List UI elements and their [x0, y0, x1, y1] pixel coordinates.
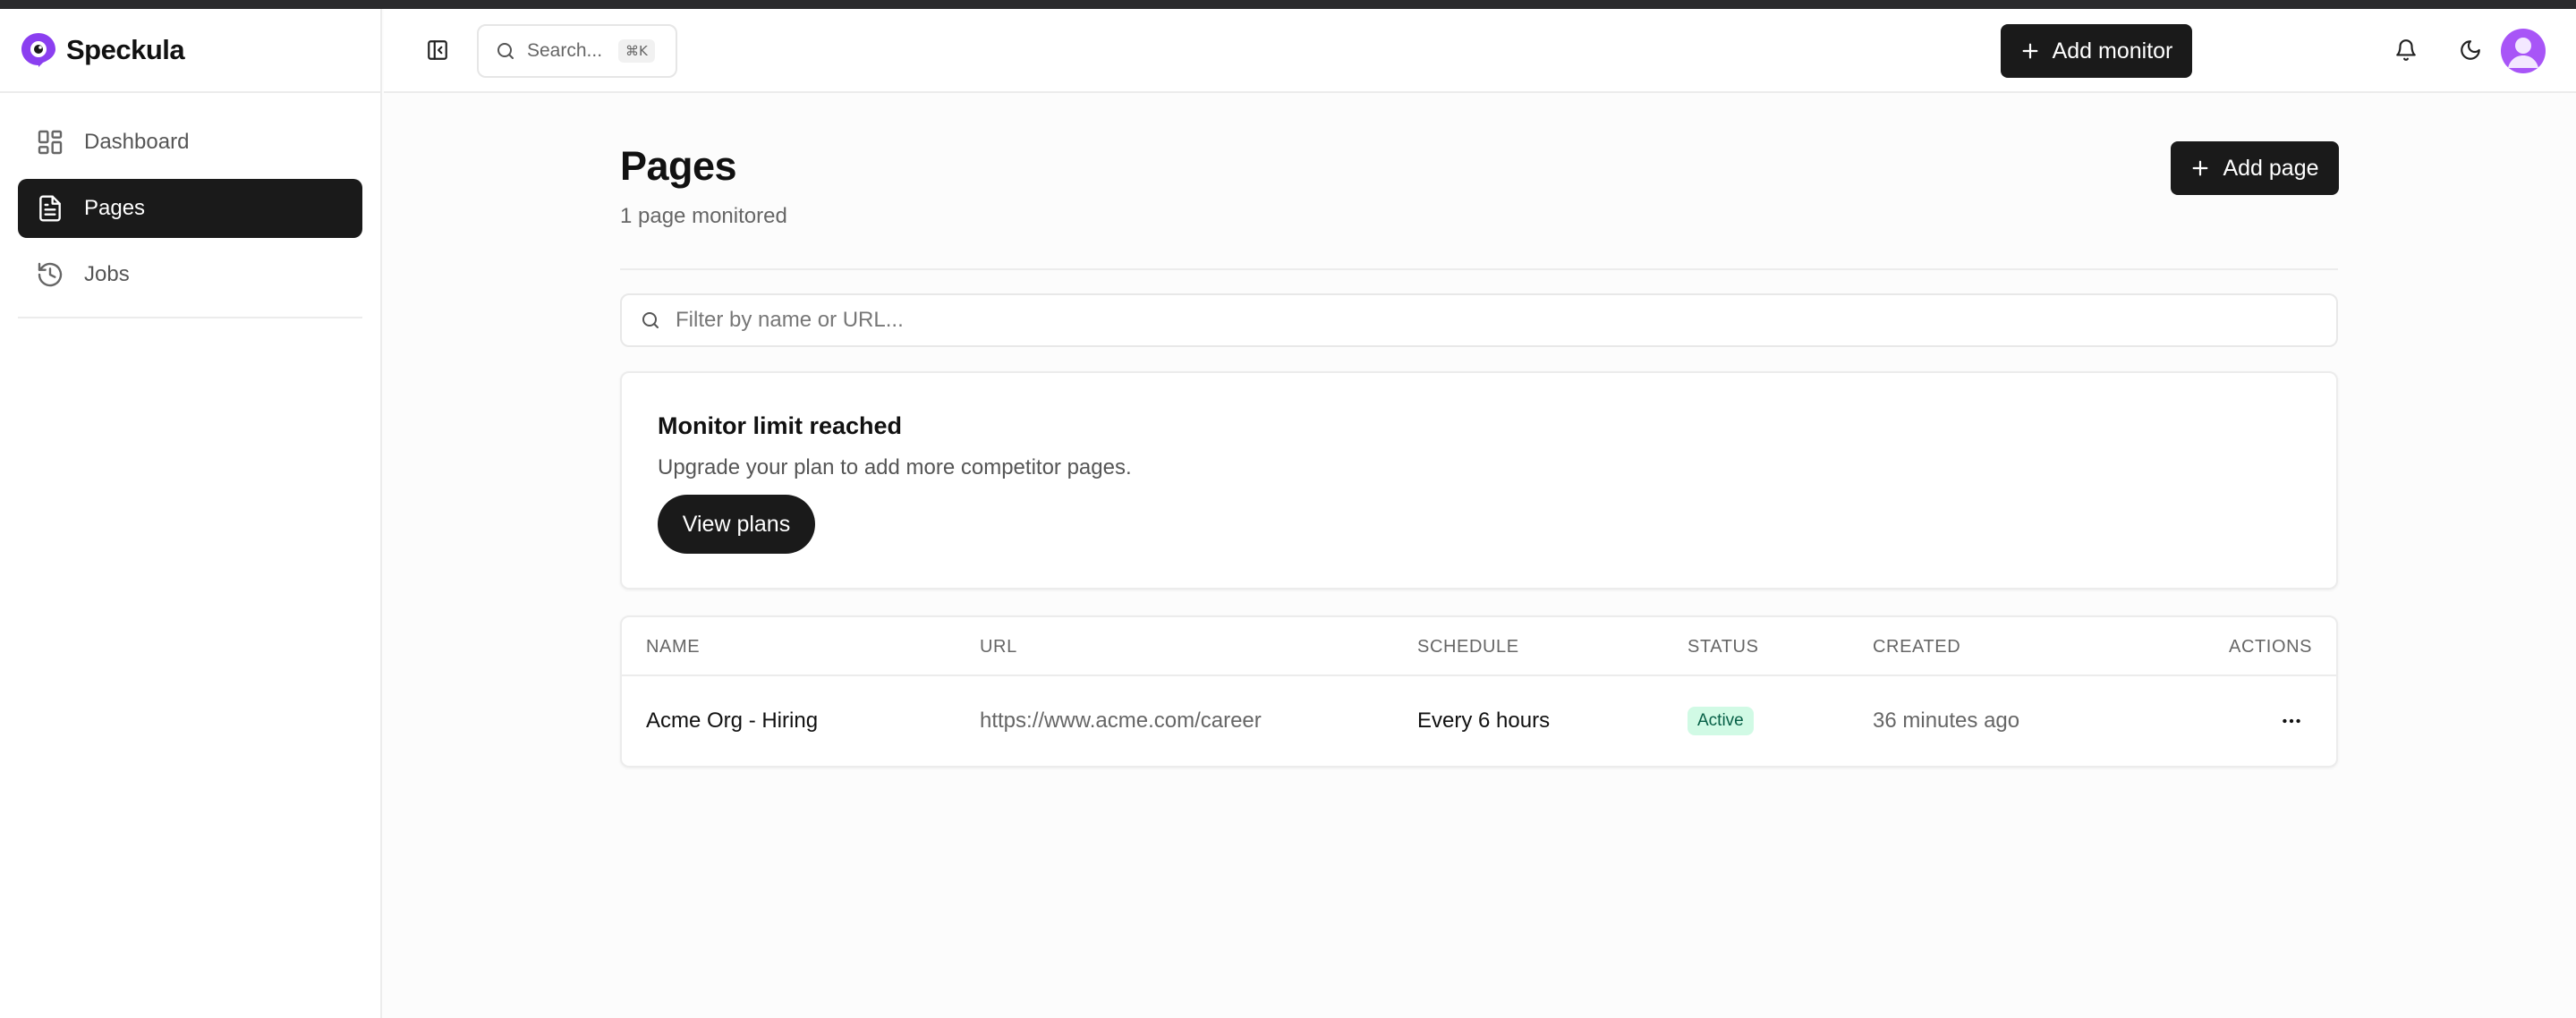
- speckula-logo-icon: [21, 33, 55, 67]
- row-name[interactable]: Acme Org - Hiring: [646, 708, 818, 734]
- page-title: Pages: [620, 143, 737, 189]
- plus-icon: [2193, 160, 2208, 176]
- view-plans-button[interactable]: View plans: [658, 495, 815, 554]
- search-icon: [497, 43, 514, 59]
- sidebar: Speckula Dashboard Pages Jobs: [0, 9, 382, 1018]
- dashboard-icon: [38, 130, 63, 155]
- status-badge: Active: [1688, 707, 1754, 735]
- sidebar-item-jobs[interactable]: Jobs: [18, 245, 362, 304]
- theme-toggle-button[interactable]: [2454, 34, 2487, 66]
- history-icon: [38, 262, 63, 287]
- sidebar-nav: Dashboard Pages Jobs: [0, 93, 380, 304]
- column-header-schedule[interactable]: SCHEDULE: [1417, 637, 1519, 657]
- row-actions-button[interactable]: [2275, 705, 2308, 737]
- brand-name: Speckula: [66, 34, 185, 65]
- notifications-button[interactable]: [2390, 34, 2422, 66]
- sidebar-item-pages[interactable]: Pages: [18, 179, 362, 238]
- bell-icon: [2396, 39, 2416, 61]
- monitor-limit-card: Monitor limit reached Upgrade your plan …: [620, 371, 2338, 590]
- sidebar-item-dashboard[interactable]: Dashboard: [18, 113, 362, 172]
- sidebar-item-label: Jobs: [84, 262, 130, 286]
- limit-text: Upgrade your plan to add more competitor…: [658, 455, 1132, 479]
- top-header: Search... ⌘K Add monitor: [384, 9, 2576, 93]
- search-button[interactable]: Search... ⌘K: [477, 24, 677, 78]
- search-placeholder: Search...: [527, 40, 603, 61]
- page-subtitle: 1 page monitored: [620, 204, 787, 228]
- column-header-name[interactable]: NAME: [646, 637, 700, 657]
- sidebar-item-label: Dashboard: [84, 130, 190, 154]
- avatar[interactable]: [2501, 29, 2546, 73]
- document-icon: [39, 195, 61, 222]
- row-schedule: Every 6 hours: [1417, 708, 1551, 733]
- plus-icon: [2022, 43, 2038, 59]
- add-monitor-label: Add monitor: [2052, 38, 2173, 64]
- add-page-button[interactable]: Add page: [2171, 141, 2339, 195]
- sidebar-toggle-button[interactable]: [421, 34, 454, 66]
- add-monitor-button[interactable]: Add monitor: [2001, 24, 2192, 78]
- column-header-url[interactable]: URL: [980, 637, 1017, 657]
- limit-title: Monitor limit reached: [658, 412, 903, 439]
- add-page-label: Add page: [2223, 155, 2319, 181]
- brand[interactable]: Speckula: [0, 9, 380, 93]
- column-header-actions: ACTIONS: [2229, 637, 2313, 657]
- more-horizontal-icon: [2283, 718, 2300, 724]
- table-row[interactable]: Acme Org - Hiring https://www.acme.com/c…: [622, 678, 2336, 768]
- filter-field: [620, 293, 2338, 347]
- search-icon: [642, 312, 659, 328]
- row-created: 36 minutes ago: [1873, 708, 2020, 733]
- column-header-status[interactable]: STATUS: [1688, 637, 1759, 657]
- table-header: NAME URL SCHEDULE STATUS CREATED ACTIONS: [622, 617, 2336, 676]
- row-url[interactable]: https://www.acme.com/career: [980, 708, 1262, 734]
- header-divider: [620, 268, 2338, 270]
- sidebar-item-label: Pages: [84, 196, 146, 220]
- filter-input[interactable]: [676, 308, 2286, 333]
- moon-icon: [2461, 40, 2480, 60]
- pages-table: NAME URL SCHEDULE STATUS CREATED ACTIONS…: [620, 615, 2338, 768]
- panel-left-icon: [428, 40, 447, 60]
- search-shortcut-badge: ⌘K: [618, 39, 655, 63]
- sidebar-divider: [18, 317, 362, 318]
- window-top-strip: [0, 0, 2576, 9]
- column-header-created[interactable]: CREATED: [1873, 637, 1960, 657]
- user-icon: [2508, 38, 2538, 68]
